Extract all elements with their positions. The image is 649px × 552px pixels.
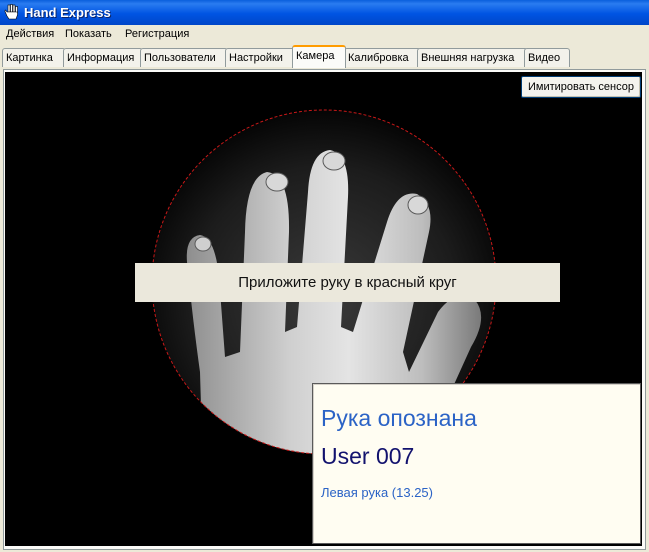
menu-bar: Действия Показать Регистрация: [0, 25, 649, 44]
tab-camera[interactable]: Камера: [292, 45, 346, 68]
tab-users[interactable]: Пользователи: [140, 48, 228, 67]
tab-settings[interactable]: Настройки: [225, 48, 295, 67]
simulate-sensor-button[interactable]: Имитировать сенсор: [521, 76, 641, 98]
instruction-bar: Приложите руку в красный круг: [135, 263, 560, 302]
recognition-panel: Рука опознана User 007 Левая рука (13.25…: [312, 383, 641, 544]
tab-strip: Картинка Информация Пользователи Настрой…: [0, 44, 649, 69]
tab-external-load[interactable]: Внешняя нагрузка: [417, 48, 528, 67]
hand-icon: [4, 4, 18, 20]
menu-actions[interactable]: Действия: [6, 28, 54, 40]
tab-calibration[interactable]: Калибровка: [344, 48, 421, 67]
recognition-status: Рука опознана: [321, 405, 477, 431]
hand-side-score: Левая рука (13.25): [321, 485, 433, 500]
title-bar: Hand Express: [0, 0, 649, 25]
tab-info[interactable]: Информация: [63, 48, 143, 67]
tab-video[interactable]: Видео: [524, 48, 570, 67]
menu-show[interactable]: Показать: [65, 28, 112, 40]
window-title: Hand Express: [24, 5, 111, 20]
tab-picture[interactable]: Картинка: [2, 48, 66, 67]
recognized-user: User 007: [321, 443, 415, 469]
menu-registration[interactable]: Регистрация: [125, 28, 189, 40]
